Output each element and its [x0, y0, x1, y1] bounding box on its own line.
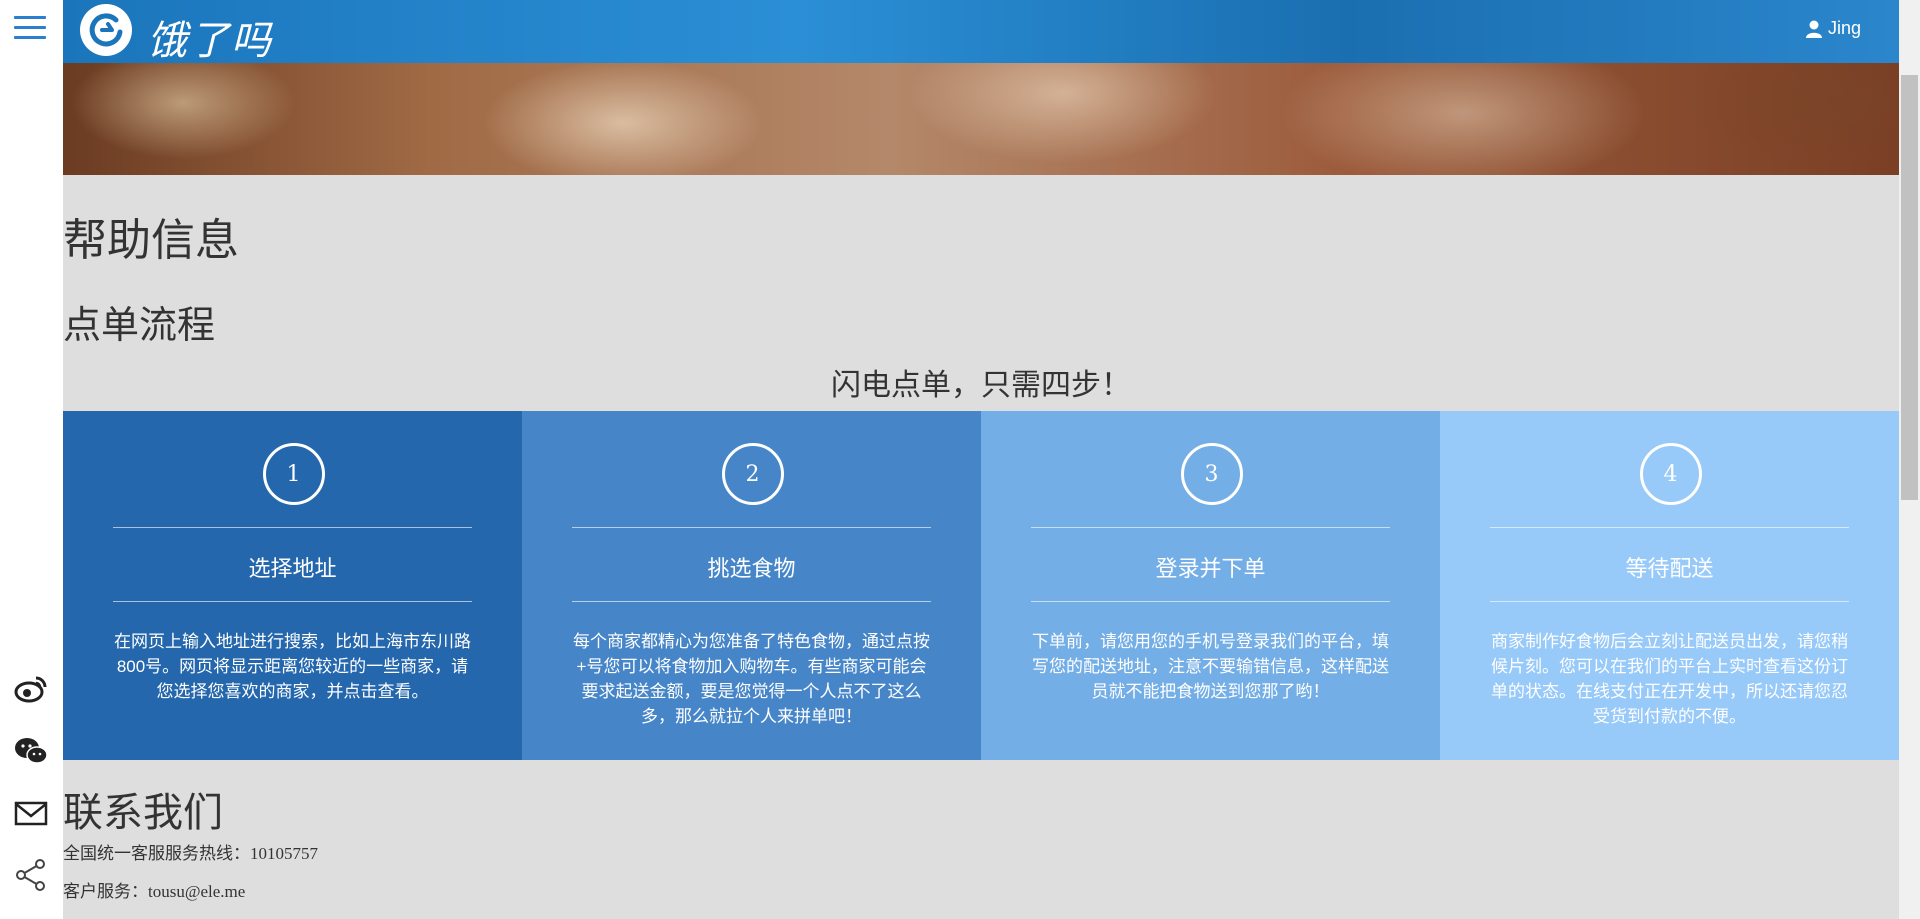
step-description: 下单前，请您用您的手机号登录我们的平台，填写您的配送地址，注意不要输错信息，这样…: [1032, 632, 1389, 701]
weibo-icon[interactable]: [14, 674, 48, 708]
contact-hotline: 全国统一客服服务热线：10105757: [63, 844, 318, 863]
order-steps: 1 选择地址 在网页上输入地址进行搜索，比如上海市东川路800号。网页将显示距离…: [63, 411, 1899, 760]
step-description: 在网页上输入地址进行搜索，比如上海市东川路800号。网页将显示距离您较近的一些商…: [114, 632, 471, 701]
step-number: 4: [1639, 443, 1702, 505]
scrollbar[interactable]: [1899, 0, 1920, 919]
step-title: 等待配送: [1625, 556, 1714, 581]
top-header: 饿了吗 Jing: [63, 0, 1899, 66]
user-name: Jing: [1827, 18, 1861, 38]
step-card: 2 挑选食物 每个商家都精心为您准备了特色食物，通过点按+号您可以将食物加入购物…: [522, 411, 981, 760]
page-title: 帮助信息: [63, 216, 239, 265]
step-title: 挑选食物: [707, 556, 796, 581]
step-card: 1 选择地址 在网页上输入地址进行搜索，比如上海市东川路800号。网页将显示距离…: [63, 411, 522, 760]
step-number: 3: [1180, 443, 1243, 505]
contact-email[interactable]: 客户服务：tousu@ele.me: [63, 877, 245, 902]
user-icon: [1805, 20, 1822, 38]
divider: [1031, 601, 1390, 602]
step-description: 商家制作好食物后会立刻让配送员出发，请您稍候片刻。您可以在我们的平台上实时查看这…: [1491, 632, 1848, 726]
step-number: 2: [721, 443, 784, 505]
divider: [1490, 527, 1849, 528]
divider: [572, 601, 931, 602]
step-card: 4 等待配送 商家制作好食物后会立刻让配送员出发，请您稍候片刻。您可以在我们的平…: [1440, 411, 1899, 760]
step-title: 选择地址: [248, 556, 337, 581]
user-menu[interactable]: Jing: [1805, 18, 1861, 39]
divider: [1031, 527, 1390, 528]
logo-text[interactable]: 饿了吗: [147, 8, 273, 66]
section-title: 点单流程: [63, 305, 216, 347]
food-banner-image: [63, 63, 1899, 175]
divider: [113, 601, 472, 602]
slogan: 闪电点单，只需四步！: [831, 369, 1131, 402]
divider: [113, 527, 472, 528]
share-icon[interactable]: [14, 858, 48, 892]
mail-icon[interactable]: [14, 798, 48, 832]
logo-icon[interactable]: [80, 4, 132, 56]
contact-title: 联系我们: [63, 791, 223, 835]
menu-icon[interactable]: [14, 16, 46, 44]
step-title: 登录并下单: [1155, 556, 1266, 581]
divider: [1490, 601, 1849, 602]
step-number: 1: [262, 443, 325, 505]
step-card: 3 登录并下单 下单前，请您用您的手机号登录我们的平台，填写您的配送地址，注意不…: [981, 411, 1440, 760]
divider: [572, 527, 931, 528]
wechat-icon[interactable]: [14, 736, 48, 770]
left-rail: [0, 0, 63, 919]
step-description: 每个商家都精心为您准备了特色食物，通过点按+号您可以将食物加入购物车。有些商家可…: [573, 632, 930, 726]
scrollbar-thumb[interactable]: [1901, 75, 1918, 500]
